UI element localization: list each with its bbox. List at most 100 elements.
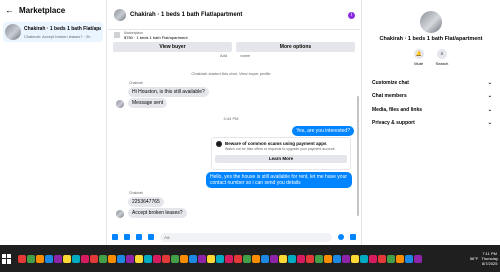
taskbar-app-icon[interactable] <box>369 254 377 263</box>
taskbar-app-icon[interactable] <box>63 254 71 263</box>
taskbar-app-icon[interactable] <box>72 254 80 263</box>
taskbar-app-icon[interactable] <box>414 254 422 263</box>
message-bubble-incoming: Accept broken leases? <box>128 208 187 218</box>
message-bubble-incoming: 2253647765 <box>128 197 164 207</box>
menu-label: Chat members <box>372 93 407 100</box>
taskbar-app-icon[interactable] <box>252 254 260 263</box>
taskbar-app-icon[interactable] <box>324 254 332 263</box>
menu-chat-members[interactable]: Chat members ⌄ <box>362 90 500 104</box>
windows-start-icon[interactable] <box>2 253 12 264</box>
details-panel: Chakirah · 1 beds 1 bath Flat/apartment … <box>361 0 500 245</box>
menu-media-files[interactable]: Media, files and links ⌄ <box>362 103 500 117</box>
taskbar-app-icon[interactable] <box>180 254 188 263</box>
avatar <box>420 11 442 33</box>
taskbar-app-icon[interactable] <box>99 254 107 263</box>
taskbar-app-icon[interactable] <box>261 254 269 263</box>
taskbar-app-icon[interactable] <box>288 254 296 263</box>
top-fragment-name: name <box>240 53 251 58</box>
timestamp: 4:44 PM <box>223 116 239 121</box>
taskbar-app-icon[interactable] <box>387 254 395 263</box>
taskbar-app-icon[interactable] <box>405 254 413 263</box>
taskbar-app-icon[interactable] <box>198 254 206 263</box>
scrollbar[interactable] <box>357 96 359 216</box>
avatar <box>116 100 124 108</box>
taskbar-app-icon[interactable] <box>144 254 152 263</box>
conversation-name: Chakirah · 1 beds 1 bath Flat/apartment <box>24 25 101 32</box>
emoji-icon[interactable] <box>338 234 344 240</box>
taskbar-app-icon[interactable] <box>45 254 53 263</box>
menu-customize-chat[interactable]: Customize chat ⌄ <box>362 76 500 90</box>
sender-name: Chakirah <box>129 81 144 85</box>
conversation-item[interactable]: Chakirah · 1 beds 1 bath Flat/apartment … <box>3 22 103 42</box>
search-button[interactable]: ⌕ Search <box>435 49 449 66</box>
view-buyer-button[interactable]: View buyer <box>113 42 232 52</box>
taskbar-app-icon[interactable] <box>153 254 161 263</box>
taskbar-app-icon[interactable] <box>189 254 197 263</box>
taskbar-app-icon[interactable] <box>270 254 278 263</box>
taskbar-app-icon[interactable] <box>297 254 305 263</box>
clock-date: 8/7/2025 <box>481 261 498 266</box>
top-fragment-add: Add <box>220 53 228 58</box>
taskbar-app-icon[interactable] <box>315 254 323 263</box>
taskbar-app-icon[interactable] <box>342 254 350 263</box>
listing-value: $750 · 1 beds 1 bath Flat/apartment <box>124 34 188 40</box>
message-input[interactable] <box>160 232 332 242</box>
clock[interactable]: 7:11 PM Thursday 8/7/2025 <box>481 251 498 266</box>
chat-panel: Chakirah · 1 beds 1 bath Flat/apartment … <box>108 0 360 245</box>
taskbar-app-icon[interactable] <box>234 254 242 263</box>
menu-privacy-support[interactable]: Privacy & support ⌄ <box>362 117 500 131</box>
mute-label: Mute <box>414 61 424 66</box>
image-icon[interactable] <box>124 234 130 240</box>
taskbar-app-icon[interactable] <box>135 254 143 263</box>
chat-header: Chakirah · 1 beds 1 bath Flat/apartment <box>108 0 360 30</box>
shield-icon <box>216 141 222 147</box>
taskbar-app-icon[interactable] <box>207 254 215 263</box>
taskbar-app-icon[interactable] <box>351 254 359 263</box>
taskbar-app-icon[interactable] <box>18 254 26 263</box>
mute-button[interactable]: 🔔 Mute <box>413 49 424 66</box>
system-tray: 56°F 7:11 PM Thursday 8/7/2025 <box>470 245 498 272</box>
thumbs-up-icon[interactable] <box>350 234 356 240</box>
conversation-preview: Chakirah: Accept broken leases? · 2h <box>24 33 91 39</box>
taskbar-app-icon[interactable] <box>162 254 170 263</box>
taskbar-app-icon[interactable] <box>360 254 368 263</box>
taskbar-app-icon[interactable] <box>117 254 125 263</box>
back-arrow-icon[interactable]: ← <box>5 5 14 15</box>
info-icon[interactable]: i <box>348 12 355 19</box>
listing-thumbnail <box>114 32 120 38</box>
search-icon: ⌕ <box>437 49 447 59</box>
menu-label: Customize chat <box>372 79 409 86</box>
taskbar-app-icon[interactable] <box>306 254 314 263</box>
taskbar-app-icon[interactable] <box>216 254 224 263</box>
sticker-icon[interactable] <box>136 234 142 240</box>
taskbar-app-icon[interactable] <box>243 254 251 263</box>
sidebar: ← Marketplace Chakirah · 1 beds 1 bath F… <box>0 0 107 245</box>
taskbar-app-icon[interactable] <box>126 254 134 263</box>
taskbar-app-icon[interactable] <box>81 254 89 263</box>
taskbar-app-icon[interactable] <box>279 254 287 263</box>
taskbar-app-icon[interactable] <box>90 254 98 263</box>
taskbar-app-icon[interactable] <box>378 254 386 263</box>
weather-text[interactable]: 56°F <box>470 256 479 261</box>
scam-title: Beware of common scams using payment app… <box>225 141 327 146</box>
message-thread: Add name Chakirah started this chat. Vie… <box>108 53 354 231</box>
learn-more-button[interactable]: Learn More <box>215 155 347 163</box>
menu-label: Privacy & support <box>372 120 415 127</box>
taskbar-apps <box>18 254 428 263</box>
chevron-down-icon: ⌄ <box>487 106 492 113</box>
taskbar-app-icon[interactable] <box>171 254 179 263</box>
composer <box>108 231 360 243</box>
chat-title[interactable]: Chakirah · 1 beds 1 bath Flat/apartment <box>130 12 242 18</box>
taskbar-app-icon[interactable] <box>333 254 341 263</box>
microphone-icon[interactable] <box>112 234 118 240</box>
taskbar-app-icon[interactable] <box>36 254 44 263</box>
message-bubble-incoming: Message sent <box>128 98 168 108</box>
search-label: Search <box>435 61 449 66</box>
gif-icon[interactable] <box>148 234 154 240</box>
taskbar-app-icon[interactable] <box>225 254 233 263</box>
taskbar-app-icon[interactable] <box>108 254 116 263</box>
more-options-button[interactable]: More options <box>236 42 355 52</box>
taskbar-app-icon[interactable] <box>27 254 35 263</box>
taskbar-app-icon[interactable] <box>396 254 404 263</box>
taskbar-app-icon[interactable] <box>54 254 62 263</box>
